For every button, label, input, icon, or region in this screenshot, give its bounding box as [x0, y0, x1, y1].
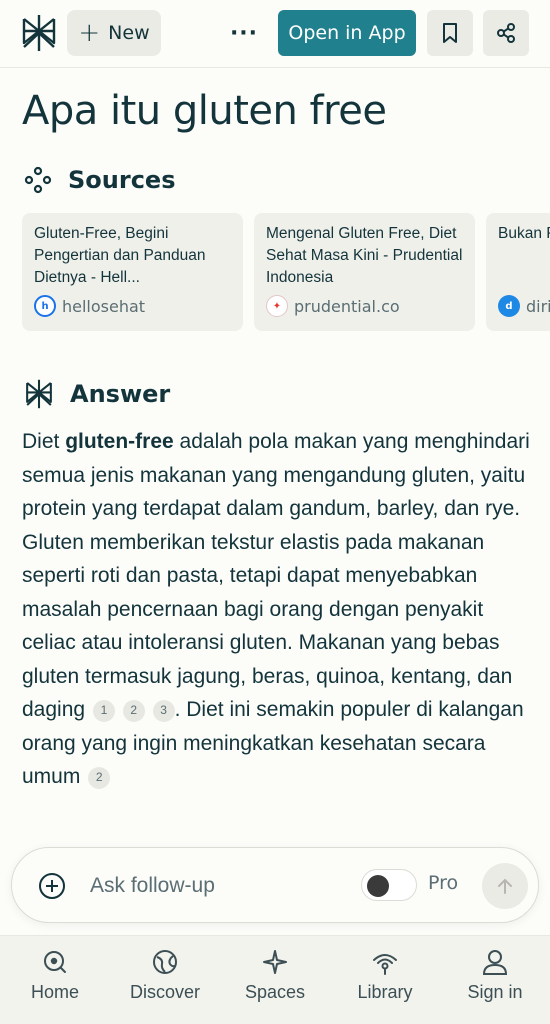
- home-search-icon: [44, 951, 66, 973]
- answer-heading: Answer: [24, 378, 170, 410]
- toggle-knob: [367, 875, 389, 897]
- source-card-site: h hellosehat: [34, 295, 231, 317]
- source-site-name: diri: [526, 296, 550, 316]
- answer-keyword: gluten-free: [65, 430, 174, 453]
- add-circle-icon: [39, 873, 65, 899]
- answer-text-body: adalah pola makan yang menghindari semua…: [22, 430, 530, 721]
- answer-text: Diet gluten-free adalah pola makan yang …: [22, 425, 532, 794]
- new-thread-label: New: [108, 22, 150, 44]
- share-icon: [497, 23, 515, 43]
- nav-home[interactable]: Home: [0, 936, 110, 1024]
- nav-discover[interactable]: Discover: [110, 936, 220, 1024]
- pro-label: Pro: [428, 872, 459, 894]
- plus-icon: +: [78, 18, 101, 48]
- answer-text-start: Diet: [22, 430, 66, 453]
- nav-spaces[interactable]: Spaces: [220, 936, 330, 1024]
- arrow-up-icon: [498, 878, 512, 894]
- user-icon: [482, 950, 508, 975]
- sparkle-icon: [263, 950, 287, 974]
- source-site-name: prudential.co: [294, 296, 400, 316]
- bookmark-button[interactable]: [427, 10, 473, 56]
- share-button[interactable]: [483, 10, 529, 56]
- source-cards: Gluten-Free, Begini Pengertian dan Pandu…: [22, 213, 550, 331]
- source-card-title: Gluten-Free, Begini Pengertian dan Pandu…: [34, 225, 206, 286]
- hellosehat-favicon-icon: h: [34, 295, 56, 317]
- nav-discover-label: Discover: [129, 982, 200, 1002]
- citation-badge[interactable]: 3: [152, 699, 175, 722]
- sources-icon: [24, 166, 52, 194]
- globe-icon: [153, 950, 177, 974]
- bookmark-icon: [443, 23, 457, 43]
- ellipsis-icon: ···: [229, 20, 259, 46]
- citation-badge[interactable]: 2: [88, 766, 111, 789]
- library-icon: [373, 954, 397, 975]
- answer-heading-label: Answer: [70, 380, 171, 408]
- sources-heading-label: Sources: [68, 166, 176, 194]
- nav-library-label: Library: [357, 982, 413, 1002]
- nav-spaces-label: Spaces: [244, 982, 306, 1002]
- source-card[interactable]: Mengenal Gluten Free, Diet Sehat Masa Ki…: [254, 213, 475, 331]
- source-card[interactable]: Gluten-Free, Begini Pengertian dan Pandu…: [22, 213, 243, 331]
- follow-up-input[interactable]: [90, 868, 340, 904]
- attach-button[interactable]: [38, 872, 66, 904]
- top-bar: + New ··· Open in App: [0, 0, 550, 68]
- perplexity-answer-icon: [26, 379, 52, 409]
- bottom-navigation: Home Discover Spaces Library Sign in: [0, 935, 550, 1024]
- source-site-name: hellosehat: [62, 296, 146, 316]
- source-card[interactable]: Bukan Penjela & Mant d diri: [486, 213, 550, 331]
- nav-home-label: Home: [30, 982, 79, 1002]
- diri-favicon-icon: d: [498, 295, 520, 317]
- follow-up-bar: Pro: [11, 847, 539, 923]
- sources-heading: Sources: [24, 166, 175, 194]
- new-thread-button[interactable]: + New: [67, 10, 161, 56]
- nav-library[interactable]: Library: [330, 936, 440, 1024]
- pro-toggle[interactable]: [361, 869, 417, 901]
- perplexity-logo-icon[interactable]: [20, 13, 58, 53]
- source-card-title: Mengenal Gluten Free, Diet Sehat Masa Ki…: [266, 225, 463, 286]
- more-options-button[interactable]: ···: [226, 14, 262, 52]
- citation-badge[interactable]: 1: [92, 699, 115, 722]
- nav-sign-in[interactable]: Sign in: [440, 936, 550, 1024]
- page-title: Apa itu gluten free: [22, 88, 387, 134]
- nav-sign-in-label: Sign in: [467, 982, 523, 1002]
- open-in-app-button[interactable]: Open in App: [278, 10, 416, 56]
- source-card-site: ✦ prudential.co: [266, 295, 463, 317]
- send-button[interactable]: [482, 863, 528, 909]
- source-card-site: d diri: [498, 295, 550, 317]
- source-card-title: Bukan Penjela & Mant: [498, 225, 550, 242]
- citation-badge[interactable]: 2: [122, 699, 145, 722]
- prudential-favicon-icon: ✦: [266, 295, 288, 317]
